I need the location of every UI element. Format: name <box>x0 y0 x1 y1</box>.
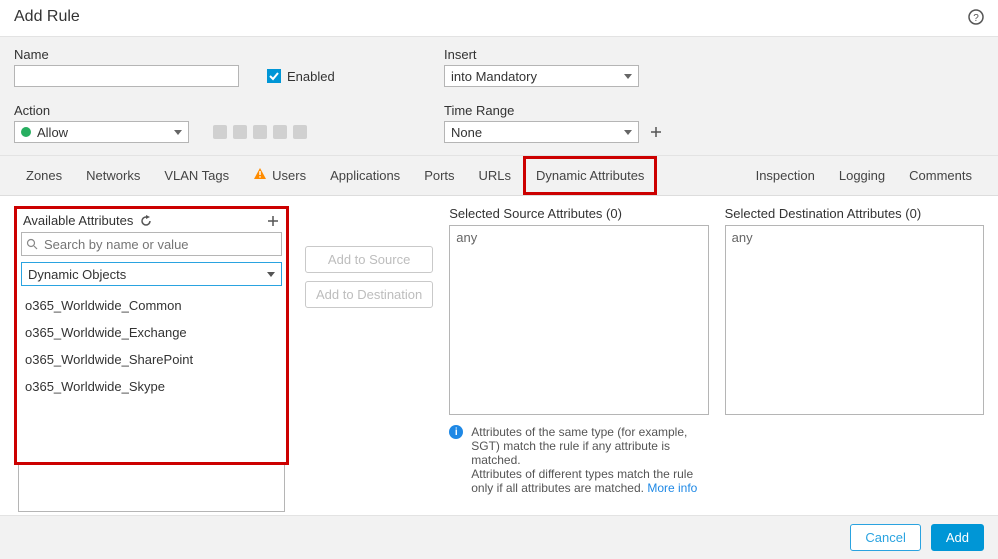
action-select[interactable]: Allow <box>14 121 189 143</box>
attribute-type-select[interactable]: Dynamic Objects <box>21 262 282 286</box>
shield-icon <box>213 125 227 139</box>
add-attribute-button[interactable] <box>266 214 280 228</box>
svg-text:?: ? <box>973 13 979 24</box>
insert-label: Insert <box>444 47 984 62</box>
chevron-down-icon <box>174 130 182 135</box>
list-item[interactable]: o365_Worldwide_Exchange <box>21 319 282 346</box>
list-item[interactable]: o365_Worldwide_Skype <box>21 373 282 400</box>
tab-vlan-tags[interactable]: VLAN Tags <box>152 156 241 195</box>
list-item[interactable]: o365_Worldwide_SharePoint <box>21 346 282 373</box>
available-attributes-extra-box <box>18 465 285 512</box>
enabled-label: Enabled <box>287 69 335 84</box>
allow-status-icon <box>21 127 31 137</box>
available-attributes-panel: Available Attributes Dynamic Objects <box>14 206 289 465</box>
user-icon <box>253 125 267 139</box>
add-to-destination-button[interactable]: Add to Destination <box>305 281 433 308</box>
tab-networks[interactable]: Networks <box>74 156 152 195</box>
mail-icon <box>273 125 287 139</box>
chevron-down-icon <box>267 272 275 277</box>
name-label: Name <box>14 47 404 62</box>
search-icon <box>26 238 38 250</box>
timerange-label: Time Range <box>444 103 984 118</box>
name-input[interactable] <box>14 65 239 87</box>
selected-dest-value: any <box>732 230 753 245</box>
tab-comments[interactable]: Comments <box>897 157 984 194</box>
attribute-list: o365_Worldwide_Common o365_Worldwide_Exc… <box>21 292 282 400</box>
tab-inspection[interactable]: Inspection <box>744 157 827 194</box>
selected-dest-box[interactable]: any <box>725 225 984 415</box>
selected-source-value: any <box>456 230 477 245</box>
insert-select[interactable]: into Mandatory <box>444 65 639 87</box>
tab-logging[interactable]: Logging <box>827 157 897 194</box>
tab-zones[interactable]: Zones <box>14 156 74 195</box>
enabled-checkbox[interactable]: Enabled <box>267 69 335 84</box>
cancel-button[interactable]: Cancel <box>850 524 920 551</box>
add-to-source-button[interactable]: Add to Source <box>305 246 433 273</box>
info-icon: i <box>449 425 463 439</box>
chevron-down-icon <box>624 74 632 79</box>
add-button[interactable]: Add <box>931 524 984 551</box>
list-item[interactable]: o365_Worldwide_Common <box>21 292 282 319</box>
help-icon[interactable]: ? <box>968 9 984 25</box>
search-input-wrap[interactable] <box>21 232 282 256</box>
warning-icon <box>253 167 267 184</box>
refresh-icon[interactable] <box>139 214 153 228</box>
selected-source-box[interactable]: any <box>449 225 708 415</box>
more-info-link[interactable]: More info <box>647 481 697 495</box>
attributes-hint: i Attributes of the same type (for examp… <box>449 425 708 495</box>
selected-dest-label: Selected Destination Attributes (0) <box>725 206 984 221</box>
action-label: Action <box>14 103 404 118</box>
tab-urls[interactable]: URLs <box>467 156 524 195</box>
timerange-select[interactable]: None <box>444 121 639 143</box>
tab-applications[interactable]: Applications <box>318 156 412 195</box>
log-icon <box>293 125 307 139</box>
search-input[interactable] <box>42 236 277 253</box>
add-timerange-button[interactable] <box>649 125 663 139</box>
dialog-title: Add Rule <box>14 8 80 26</box>
tab-ports[interactable]: Ports <box>412 156 466 195</box>
rule-option-icons <box>213 125 307 139</box>
tab-dynamic-attributes[interactable]: Dynamic Attributes <box>523 156 657 195</box>
selected-source-label: Selected Source Attributes (0) <box>449 206 708 221</box>
available-attributes-label: Available Attributes <box>23 213 133 228</box>
tab-users[interactable]: Users <box>241 156 318 195</box>
chevron-down-icon <box>624 130 632 135</box>
flow-icon <box>233 125 247 139</box>
